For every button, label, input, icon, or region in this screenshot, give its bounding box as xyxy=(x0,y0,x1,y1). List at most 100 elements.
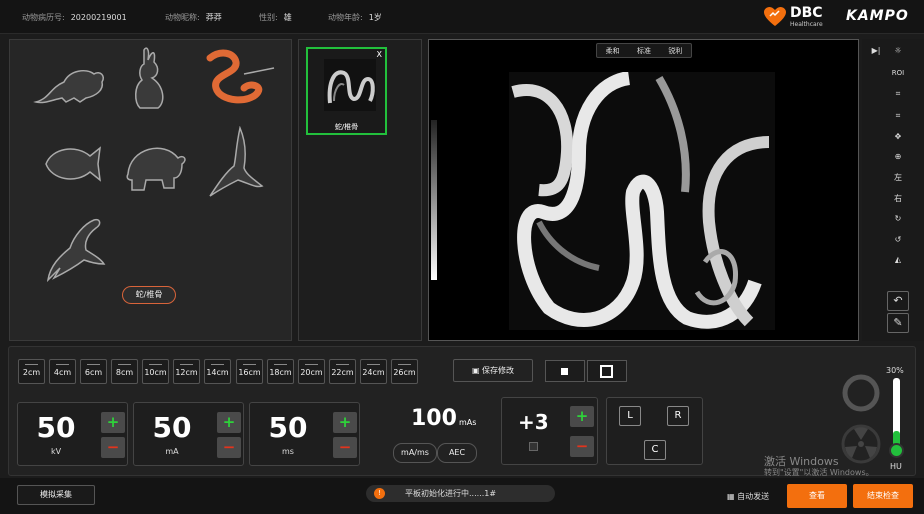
thickness-14cm-button[interactable]: 14cm xyxy=(204,359,231,384)
xray-viewer[interactable] xyxy=(428,39,859,341)
ma-minus-button[interactable]: − xyxy=(217,437,241,458)
thickness-2cm-button[interactable]: 2cm xyxy=(18,359,45,384)
mode-ma-ms-button[interactable]: mA/ms xyxy=(393,443,437,463)
thumbnail-caption: 蛇/椎骨 xyxy=(334,123,359,131)
undo-icon[interactable]: ↶ xyxy=(887,291,909,311)
field-size-small[interactable] xyxy=(545,360,585,382)
turtle-icon[interactable] xyxy=(120,134,188,196)
exposure-minus-button[interactable]: − xyxy=(570,436,594,457)
save-changes-button[interactable]: ▣ 保存修改 xyxy=(453,359,533,382)
xray-image xyxy=(509,72,775,330)
simulate-acquisition-button[interactable]: 模拟采集 xyxy=(17,485,95,505)
warning-icon: ! xyxy=(374,488,385,499)
rat-icon[interactable] xyxy=(30,54,110,108)
thickness-26cm-button[interactable]: 26cm xyxy=(391,359,418,384)
kv-group: 50 kV + − xyxy=(17,402,128,466)
mas-display: 100 mAs xyxy=(411,406,476,431)
ms-value: 50 xyxy=(268,411,308,444)
animal-age: 动物年龄: 1岁 xyxy=(328,13,382,22)
thickness-10cm-button[interactable]: 10cm xyxy=(142,359,169,384)
crop-alt-icon[interactable]: ⌗ xyxy=(890,111,906,121)
lizard-icon[interactable] xyxy=(40,216,110,286)
field-small-icon xyxy=(561,368,568,375)
rabbit-icon[interactable] xyxy=(128,46,176,112)
thickness-8cm-button[interactable]: 8cm xyxy=(111,359,138,384)
kv-minus-button[interactable]: − xyxy=(101,437,125,458)
ma-group: 50 mA + − xyxy=(133,402,244,466)
flip-right-button[interactable]: 右 xyxy=(890,193,906,204)
dbc-text: DBC xyxy=(790,5,823,21)
ms-minus-button[interactable]: − xyxy=(333,437,357,458)
chamber-left-button[interactable]: L xyxy=(619,406,641,426)
kv-unit: kV xyxy=(50,447,62,456)
filter-selector: 柔和 标准 锐利 xyxy=(596,43,692,58)
kv-value: 50 xyxy=(36,411,76,444)
zoom-icon[interactable]: ⊕ xyxy=(890,152,906,161)
filter-standard[interactable]: 标准 xyxy=(637,46,651,56)
status-message: ! 平板初始化进行中......1# xyxy=(366,485,555,502)
thickness-6cm-button[interactable]: 6cm xyxy=(80,359,107,384)
rotate-cw-icon[interactable]: ↻ xyxy=(890,214,906,223)
thickness-4cm-button[interactable]: 4cm xyxy=(49,359,76,384)
exposure-comp-group: +3 + − xyxy=(501,397,598,465)
ma-plus-button[interactable]: + xyxy=(217,412,241,433)
fish-icon[interactable] xyxy=(40,140,104,188)
mode-aec-button[interactable]: AEC xyxy=(437,443,477,463)
status-message-text: 平板初始化进行中......1# xyxy=(405,489,497,498)
crop-icon[interactable]: ⌗ xyxy=(890,89,906,99)
thickness-18cm-button[interactable]: 18cm xyxy=(267,359,294,384)
field-size-large[interactable] xyxy=(587,360,627,382)
exposure-comp-value: +3 xyxy=(518,410,549,434)
ms-group: 50 ms + − xyxy=(249,402,360,466)
radiation-icon xyxy=(841,424,881,464)
brightness-icon[interactable]: ☼ xyxy=(890,46,906,55)
image-toolbar: ▶| ☼ ROI ⌗ ⌗ ✥ ⊕ 左 右 ↻ ↺ ◭ ↶ ✎ xyxy=(862,39,924,341)
play-next-icon[interactable]: ▶| xyxy=(868,46,884,55)
annotate-icon[interactable]: ✎ xyxy=(887,313,909,333)
thickness-20cm-button[interactable]: 20cm xyxy=(298,359,325,384)
exposure-icon xyxy=(529,442,538,451)
thickness-24cm-button[interactable]: 24cm xyxy=(360,359,387,384)
dbc-logo: DBC Healthcare xyxy=(764,5,830,30)
window-level-bar xyxy=(431,120,437,280)
bird-icon[interactable] xyxy=(206,126,264,200)
chamber-selector: L R C xyxy=(606,397,703,465)
roi-button[interactable]: ROI xyxy=(890,69,906,77)
chamber-center-button[interactable]: C xyxy=(644,440,666,460)
field-large-icon xyxy=(600,365,613,378)
image-thumbnail[interactable]: X 蛇/椎骨 xyxy=(306,47,387,135)
invert-icon[interactable]: ◭ xyxy=(890,255,906,264)
chamber-right-button[interactable]: R xyxy=(667,406,689,426)
hu-label: HU xyxy=(890,462,902,471)
selected-anatomy-button[interactable]: 蛇/椎骨 xyxy=(122,286,176,304)
auto-send-checkbox-icon: ▦ xyxy=(727,492,738,501)
filter-soft[interactable]: 柔和 xyxy=(606,46,620,56)
ma-unit: mA xyxy=(165,447,179,456)
move-icon[interactable]: ✥ xyxy=(890,132,906,141)
thumbnail-xray-image xyxy=(324,59,376,111)
exposure-plus-button[interactable]: + xyxy=(570,406,594,427)
view-button[interactable]: 查看 xyxy=(787,484,847,508)
ma-value: 50 xyxy=(152,411,192,444)
power-ring-icon xyxy=(842,374,880,412)
auto-send-toggle[interactable]: ▦ 自动发送 xyxy=(727,491,769,502)
animal-nickname: 动物昵称: 莽莽 xyxy=(165,13,222,22)
auto-send-label: 自动发送 xyxy=(737,492,770,501)
snake-icon[interactable] xyxy=(200,48,276,110)
rotate-ccw-icon[interactable]: ↺ xyxy=(890,235,906,244)
ms-plus-button[interactable]: + xyxy=(333,412,357,433)
flip-left-button[interactable]: 左 xyxy=(890,172,906,183)
filter-sharp[interactable]: 锐利 xyxy=(668,46,682,56)
thickness-12cm-button[interactable]: 12cm xyxy=(173,359,200,384)
hu-slider-handle[interactable] xyxy=(889,443,904,458)
mas-value: 100 xyxy=(411,406,457,431)
heart-logo-icon xyxy=(764,7,786,26)
thickness-22cm-button[interactable]: 22cm xyxy=(329,359,356,384)
thumbnail-close-button[interactable]: X xyxy=(377,50,382,59)
thickness-16cm-button[interactable]: 16cm xyxy=(236,359,263,384)
end-exam-button[interactable]: 结束检查 xyxy=(853,484,913,508)
save-changes-label: 保存修改 xyxy=(482,366,515,375)
save-icon: ▣ xyxy=(471,366,483,375)
kv-plus-button[interactable]: + xyxy=(101,412,125,433)
kampo-logo: KAMPO xyxy=(846,8,909,24)
